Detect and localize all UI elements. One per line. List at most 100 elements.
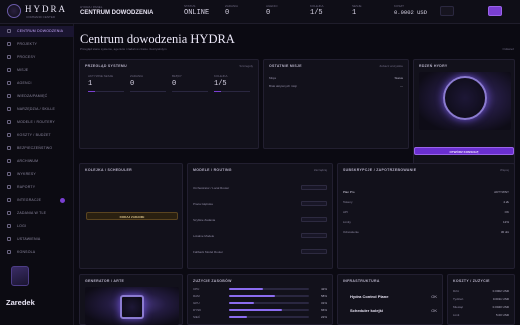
model-select[interactable] xyxy=(301,217,327,222)
list-item[interactable]: Hydra Control Plane OK xyxy=(343,294,437,300)
row-label: Fallback Model Router xyxy=(193,250,224,254)
model-select[interactable] xyxy=(301,201,327,206)
sidebar-item-label: USTAWIENIA xyxy=(17,237,41,241)
sidebar-item-label: WYKRESY xyxy=(17,172,36,176)
core-visual-image xyxy=(419,72,511,130)
usage-value: 22% xyxy=(320,315,327,319)
sidebar-item-integrations[interactable]: INTEGRACJE xyxy=(0,195,74,206)
list-item[interactable]: Scheduler kolejki OK xyxy=(343,308,437,314)
usage-label: RAM xyxy=(193,294,200,298)
list-item[interactable]: Lokalne Modele xyxy=(193,233,327,240)
row-label: Orchestrator / Local Router xyxy=(193,186,230,190)
list-item: Dziś 0.0002 USD xyxy=(453,289,509,295)
clock-icon xyxy=(7,211,11,215)
page-subtitle: Przegląd stanu systemu, agentów i zadań … xyxy=(80,47,167,51)
card-title: OSTATNIE MISJE xyxy=(269,64,302,68)
stat-value: 1 xyxy=(352,9,357,17)
sidebar-item-label: MISJE xyxy=(17,68,29,72)
manage-link[interactable]: Zarządzaj xyxy=(314,168,327,172)
open-console-button[interactable]: OTWÓRZ KONSOLĘ xyxy=(414,147,514,155)
sidebar-item-archive[interactable]: ARCHIWUM xyxy=(0,156,74,167)
model-select[interactable] xyxy=(301,249,327,254)
report-icon xyxy=(7,185,11,189)
infrastructure-card: INFRASTRUKTURA Hydra Control Plane OK Sch… xyxy=(337,274,443,325)
usage-value: 66% xyxy=(320,308,327,312)
card-title: PRZEGLĄD SYSTEMU xyxy=(85,64,127,68)
row-label: Misja xyxy=(269,76,277,80)
wallet-icon xyxy=(7,133,11,137)
card-title: ZUŻYCIE ZASOBÓW xyxy=(193,279,232,283)
row-value: 30 dni xyxy=(500,230,509,234)
model-select[interactable] xyxy=(301,233,327,238)
stat-sessions: SESJE 1 xyxy=(352,4,362,17)
row-value: OK xyxy=(504,210,509,214)
system-overview-card: PRZEGLĄD SYSTEMU Szczegóły AKTYWNE SESJE… xyxy=(79,59,259,149)
sidebar-item-tools[interactable]: NARZĘDZIA / SKILLE xyxy=(0,104,74,115)
sidebar-item-projects[interactable]: PROJEKTY xyxy=(0,39,74,50)
usage-value: 42% xyxy=(320,287,327,291)
list-item[interactable]: Szybkie Zadania xyxy=(193,217,327,224)
sidebar-item-background-tasks[interactable]: ZADANIA W TLE xyxy=(0,208,74,219)
notification-badge xyxy=(60,198,65,203)
sidebar-item-costs[interactable]: KOSZTY / BUDŻET xyxy=(0,130,74,141)
sidebar-item-knowledge[interactable]: WIEDZA/PAMIĘĆ xyxy=(0,91,74,102)
row-label: Lokalne Modele xyxy=(193,234,215,238)
brand-subtitle: COMMAND CENTER xyxy=(26,15,55,19)
avatar[interactable] xyxy=(11,266,29,286)
service-status: OK xyxy=(431,294,437,299)
list-item[interactable]: Fallback Model Router xyxy=(193,249,327,256)
kpi-value: 1/5 xyxy=(214,80,227,88)
sidebar-item-reports[interactable]: RAPORTY xyxy=(0,182,74,193)
row-value: 4.2k xyxy=(503,200,509,204)
list-item[interactable]: Orchestrator / Local Router xyxy=(193,185,327,192)
view-all-link[interactable]: Zobacz wszystkie xyxy=(379,64,403,68)
kpi-queue: KOLEJKA 1/5 xyxy=(214,74,250,92)
artwork-icon xyxy=(120,295,144,319)
list-item: Limity 12% xyxy=(343,220,509,226)
profile-button[interactable] xyxy=(488,6,502,16)
sidebar-item-settings[interactable]: USTAWIENIA xyxy=(0,234,74,245)
refresh-link[interactable]: Odśwież xyxy=(502,47,514,51)
page-heading: CENTRUM DOWODZENIA xyxy=(80,10,154,16)
sidebar-item-security[interactable]: BEZPIECZEŃSTWO xyxy=(0,143,74,154)
sidebar-item-console[interactable]: KONSOLA xyxy=(0,247,74,258)
details-link[interactable]: Szczegóły xyxy=(239,64,253,68)
shield-icon xyxy=(7,146,11,150)
sidebar-item-command-center[interactable]: CENTRUM DOWODZENIA xyxy=(0,26,74,37)
stat-queue: KOLEJKA 1/5 xyxy=(310,4,324,17)
add-task-button[interactable]: DODAJ ZADANIE xyxy=(86,212,178,220)
sidebar-item-processes[interactable]: PROCESY xyxy=(0,52,74,63)
row-label: Odnowienie xyxy=(343,230,359,234)
row-label: Dziś xyxy=(453,289,459,293)
usage-bar xyxy=(229,316,309,318)
sidebar-item-missions[interactable]: MISJE xyxy=(0,65,74,76)
process-icon xyxy=(7,55,11,59)
sidebar-item-logs[interactable]: LOGI xyxy=(0,221,74,232)
model-select[interactable] xyxy=(301,185,327,190)
sidebar-item-models[interactable]: MODELE / ROUTERY xyxy=(0,117,74,128)
sidebar-item-label: KOSZTY / BUDŻET xyxy=(17,133,51,137)
latest-missions-card: OSTATNIE MISJE Zobacz wszystkie Misja St… xyxy=(263,59,409,149)
usage-row: GPU 31% xyxy=(193,301,327,307)
kpi-sessions: AKTYWNE SESJE 1 xyxy=(88,74,124,92)
row-label: Brak aktywnych misji xyxy=(269,84,297,88)
list-item: Tokeny 4.2k xyxy=(343,200,509,206)
sidebar-item-agents[interactable]: AGENCI xyxy=(0,78,74,89)
home-icon xyxy=(7,29,11,33)
notifications-button[interactable] xyxy=(440,6,454,16)
sidebar-item-label: WIEDZA/PAMIĘĆ xyxy=(17,94,48,98)
sidebar-item-charts[interactable]: WYKRESY xyxy=(0,169,74,180)
stat-status: STATUS ONLINE xyxy=(184,4,209,17)
hydra-logo-icon[interactable] xyxy=(7,4,21,18)
list-item[interactable]: Praca Głęboka xyxy=(193,201,327,208)
chip-icon xyxy=(7,120,11,124)
row-value: Status xyxy=(394,76,403,80)
service-name: Scheduler kolejki xyxy=(350,308,383,313)
generated-image[interactable] xyxy=(85,287,179,325)
list-item: API OK xyxy=(343,210,509,216)
list-item: Limit 5.00 USD xyxy=(453,313,509,319)
list-item[interactable]: Brak aktywnych misji — xyxy=(269,84,403,90)
row-label: Praca Głęboka xyxy=(193,202,213,206)
list-item: Miesiąc 0.0040 USD xyxy=(453,305,509,311)
more-link[interactable]: Więcej xyxy=(500,168,509,172)
